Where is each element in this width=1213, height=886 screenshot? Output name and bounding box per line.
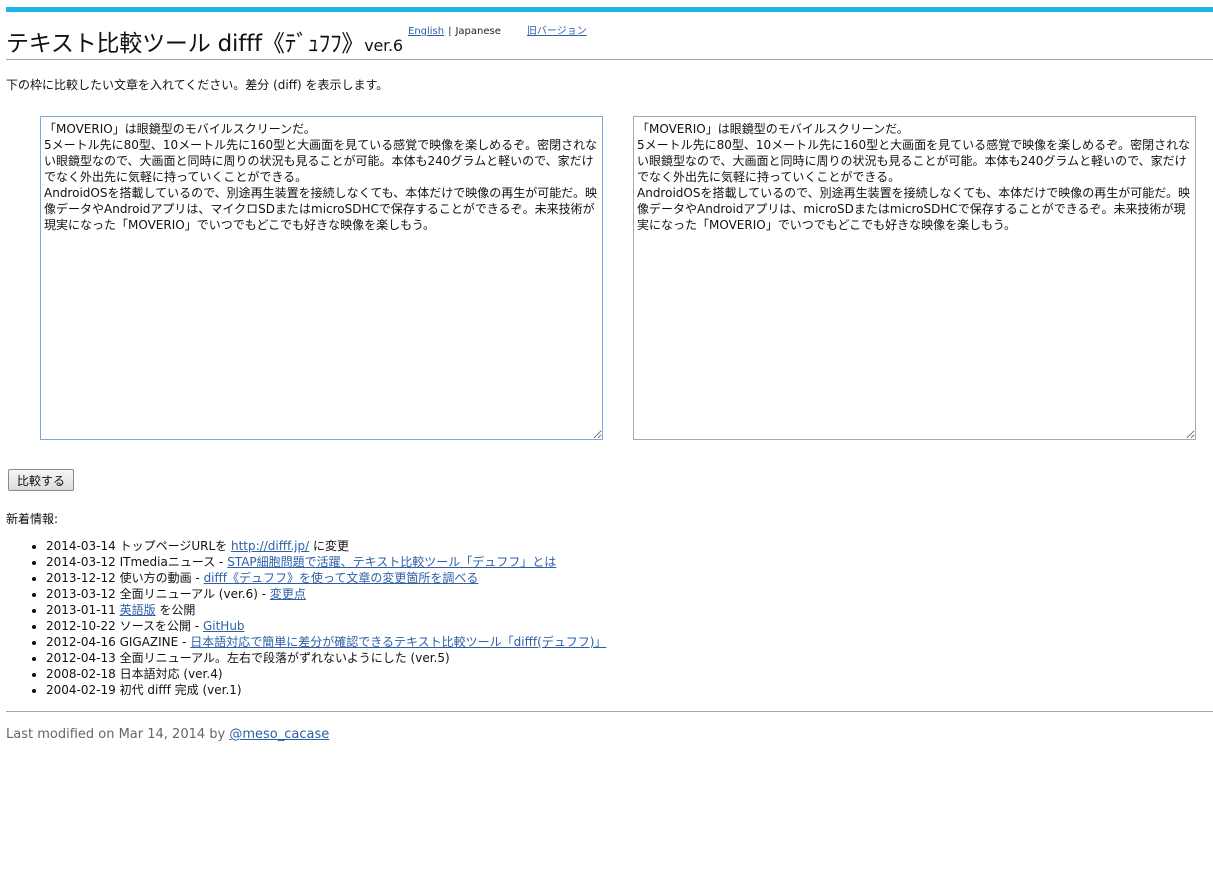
news-item: 2014-03-14 トップページURLを http://difff.jp/ に… xyxy=(46,538,606,554)
news-heading: 新着情報: xyxy=(6,512,59,526)
news-text: ITmediaニュース - xyxy=(119,555,224,569)
old-version-link[interactable]: 旧バージョン xyxy=(527,26,587,37)
author-link[interactable]: @meso_cacase xyxy=(229,727,329,742)
top-accent-bar xyxy=(6,7,1213,12)
japanese-current-label: Japanese xyxy=(455,26,501,37)
news-link[interactable]: 日本語対応で簡単に差分が確認できるテキスト比較ツール「difff(デュフフ)」 xyxy=(190,635,606,649)
english-link[interactable]: English xyxy=(408,26,444,37)
news-text: 使い方の動画 - xyxy=(119,571,200,585)
title-text: テキスト比較ツール difff《ﾃﾞｭﾌﾌ》 xyxy=(6,31,365,57)
news-link[interactable]: http://difff.jp/ xyxy=(231,539,309,553)
news-list: 2014-03-14 トップページURLを http://difff.jp/ に… xyxy=(26,538,606,698)
news-text: 全面リニューアル。左右で段落がずれないようにした (ver.5) xyxy=(119,651,450,665)
language-bar: English | Japanese 旧バージョン xyxy=(408,22,587,37)
news-date: 2013-12-12 xyxy=(46,571,116,585)
news-item: 2012-10-22 ソースを公開 - GitHub xyxy=(46,618,606,634)
news-text: GIGAZINE - xyxy=(119,635,187,649)
compare-button[interactable]: 比較する xyxy=(8,469,75,491)
news-item: 2004-02-19 初代 difff 完成 (ver.1) xyxy=(46,682,606,698)
news-item: 2013-12-12 使い方の動画 - difff《デュフフ》を使って文章の変更… xyxy=(46,570,606,586)
news-item: 2008-02-18 日本語対応 (ver.4) xyxy=(46,666,606,682)
left-text-input[interactable]: 「MOVERIO」は眼鏡型のモバイルスクリーンだ。 5メートル先に80型、10メ… xyxy=(40,116,603,440)
news-date: 2012-10-22 xyxy=(46,619,116,633)
news-date: 2012-04-16 xyxy=(46,635,116,649)
news-item: 2013-01-11 英語版 を公開 xyxy=(46,602,606,618)
footer-text: Last modified on Mar 14, 2014 by xyxy=(6,727,226,742)
news-text: ソースを公開 - xyxy=(119,619,200,633)
news-text-after: を公開 xyxy=(159,603,196,617)
version-label: ver.6 xyxy=(364,36,403,55)
news-date: 2012-04-13 xyxy=(46,651,116,665)
news-text: トップページURLを xyxy=(119,539,228,553)
news-date: 2013-03-12 xyxy=(46,587,116,601)
news-date: 2008-02-18 xyxy=(46,667,116,681)
footer-divider xyxy=(6,711,1213,712)
page-title: テキスト比較ツール difff《ﾃﾞｭﾌﾌ》ver.6 xyxy=(6,24,403,58)
lang-separator: | xyxy=(448,26,452,37)
news-link[interactable]: STAP細胞問題で活躍、テキスト比較ツール「デュフフ」とは xyxy=(227,555,556,569)
news-item: 2013-03-12 全面リニューアル (ver.6) - 変更点 xyxy=(46,586,606,602)
header-divider xyxy=(6,59,1213,60)
news-text: 全面リニューアル (ver.6) - xyxy=(119,587,267,601)
news-text-after: に変更 xyxy=(312,539,349,553)
news-date: 2013-01-11 xyxy=(46,603,116,617)
news-link[interactable]: 英語版 xyxy=(120,603,156,617)
news-date: 2004-02-19 xyxy=(46,683,116,697)
news-date: 2014-03-14 xyxy=(46,539,116,553)
news-item: 2012-04-16 GIGAZINE - 日本語対応で簡単に差分が確認できるテ… xyxy=(46,634,606,650)
news-item: 2014-03-12 ITmediaニュース - STAP細胞問題で活躍、テキス… xyxy=(46,554,606,570)
news-date: 2014-03-12 xyxy=(46,555,116,569)
news-link[interactable]: GitHub xyxy=(203,619,245,633)
right-text-input[interactable]: 「MOVERIO」は眼鏡型のモバイルスクリーンだ。 5メートル先に80型、10メ… xyxy=(633,116,1196,440)
intro-text: 下の枠に比較したい文章を入れてください。差分 (diff) を表示します。 xyxy=(6,78,389,92)
news-item: 2012-04-13 全面リニューアル。左右で段落がずれないようにした (ver… xyxy=(46,650,606,666)
news-text: 日本語対応 (ver.4) xyxy=(119,667,223,681)
footer: Last modified on Mar 14, 2014 by @meso_c… xyxy=(6,727,329,742)
news-text: 初代 difff 完成 (ver.1) xyxy=(119,683,242,697)
news-link[interactable]: difff《デュフフ》を使って文章の変更箇所を調べる xyxy=(204,571,479,585)
news-link[interactable]: 変更点 xyxy=(270,587,306,601)
